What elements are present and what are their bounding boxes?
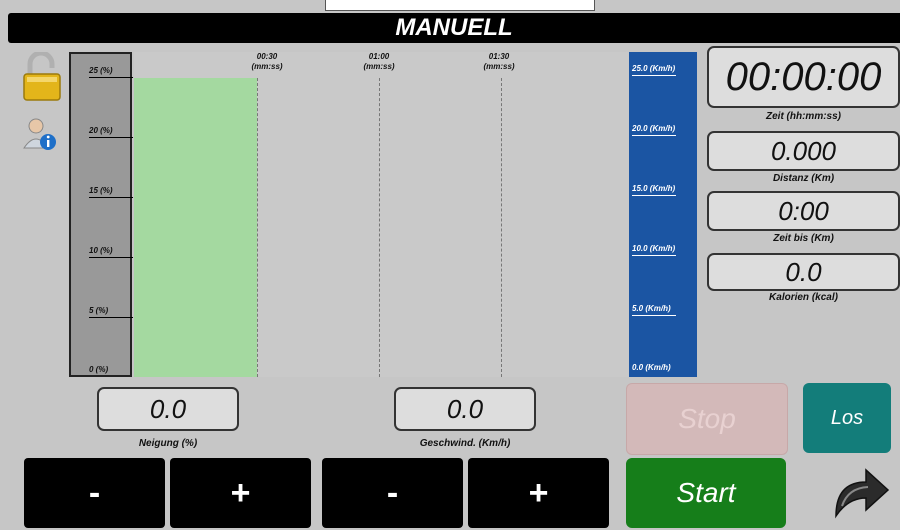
speed-display: 0.0 bbox=[394, 387, 536, 431]
start-button[interactable]: Start bbox=[626, 458, 786, 528]
time-tick-label: 01:30 (mm:ss) bbox=[483, 52, 515, 71]
page-title: MANUELL bbox=[8, 13, 900, 43]
distance-label: Distanz (Km) bbox=[772, 173, 835, 184]
time-display: 00:00:00 bbox=[707, 46, 900, 108]
incline-tick-label: 20 (%) bbox=[89, 126, 133, 138]
gridline bbox=[379, 78, 380, 377]
incline-label: Neigung (%) bbox=[138, 438, 198, 449]
user-info-icon[interactable] bbox=[22, 116, 58, 152]
speed-tick-label: 0.0 (Km/h) bbox=[632, 363, 671, 372]
gridline bbox=[501, 78, 502, 377]
speed-minus-button[interactable]: - bbox=[322, 458, 463, 528]
forward-arrow-icon[interactable] bbox=[826, 460, 892, 520]
distance-display: 0.000 bbox=[707, 131, 900, 171]
incline-tick-label: 25 (%) bbox=[89, 66, 133, 78]
stop-button[interactable]: Stop bbox=[626, 383, 788, 455]
gridline bbox=[257, 78, 258, 377]
incline-bar bbox=[134, 78, 257, 377]
incline-axis: 25 (%) 20 (%) 15 (%) 10 (%) 5 (%) 0 (%) bbox=[69, 52, 133, 377]
speed-tick-label: 25.0 (Km/h) bbox=[632, 64, 676, 76]
workout-chart: 00:30 (mm:ss) 01:00 (mm:ss) 01:30 (mm:ss) bbox=[134, 52, 629, 377]
time-tick-label: 00:30 (mm:ss) bbox=[251, 52, 283, 71]
incline-plus-button[interactable]: + bbox=[170, 458, 311, 528]
speed-tick-label: 15.0 (Km/h) bbox=[632, 184, 676, 196]
time-to-label: Zeit bis (Km) bbox=[773, 233, 834, 244]
speed-label: Geschwind. (Km/h) bbox=[419, 438, 511, 449]
incline-tick-label: 15 (%) bbox=[89, 186, 133, 198]
los-button[interactable]: Los bbox=[803, 383, 891, 453]
time-tick-label: 01:00 (mm:ss) bbox=[363, 52, 395, 71]
speed-tick-label: 20.0 (Km/h) bbox=[632, 124, 676, 136]
incline-display: 0.0 bbox=[97, 387, 239, 431]
calories-display: 0.0 bbox=[707, 253, 900, 291]
top-tab bbox=[325, 0, 595, 11]
incline-tick-label: 10 (%) bbox=[89, 246, 133, 258]
padlock-open-icon[interactable] bbox=[22, 52, 62, 102]
incline-tick-label: 5 (%) bbox=[89, 306, 133, 318]
speed-plus-button[interactable]: + bbox=[468, 458, 609, 528]
time-label: Zeit (hh:mm:ss) bbox=[766, 111, 841, 122]
incline-tick-label: 0 (%) bbox=[89, 365, 109, 374]
calories-label: Kalorien (kcal) bbox=[769, 292, 838, 303]
speed-tick-label: 5.0 (Km/h) bbox=[632, 304, 676, 316]
speed-tick-label: 10.0 (Km/h) bbox=[632, 244, 676, 256]
speed-axis: 25.0 (Km/h) 20.0 (Km/h) 15.0 (Km/h) 10.0… bbox=[629, 52, 697, 377]
incline-minus-button[interactable]: - bbox=[24, 458, 165, 528]
time-to-display: 0:00 bbox=[707, 191, 900, 231]
